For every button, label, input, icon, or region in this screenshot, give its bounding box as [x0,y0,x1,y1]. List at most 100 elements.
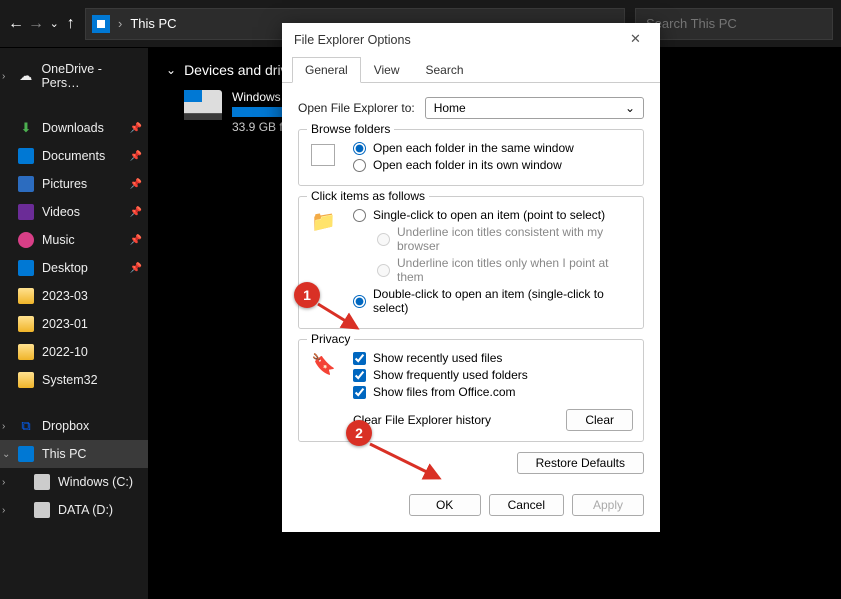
sidebar-item-label: DATA (D:) [58,503,113,517]
sidebar-item-label: 2023-03 [42,289,88,303]
chevron-down-icon: ⌄ [625,101,635,115]
forward-button[interactable]: → [28,8,44,40]
sidebar-item-folder-1[interactable]: 2023-03 [0,282,148,310]
click-items-fieldset: Click items as follows Single-click to o… [298,196,644,329]
checkbox-office-files[interactable] [353,386,366,399]
sidebar-item-windows-c[interactable]: › Windows (C:) [0,468,148,496]
radio-label: Underline icon titles consistent with my… [397,225,633,253]
radio-underline-point [377,264,390,277]
address-sep: › [118,16,122,31]
sidebar-item-label: Documents [42,149,105,163]
back-button[interactable]: ← [8,8,24,40]
radio-label: Open each folder in its own window [373,158,562,172]
sidebar-item-videos[interactable]: Videos 📌 [0,198,148,226]
radio-label: Underline icon titles only when I point … [397,256,633,284]
drive-icon [34,474,50,490]
sidebar-item-desktop[interactable]: Desktop 📌 [0,254,148,282]
cancel-button[interactable]: Cancel [489,494,564,516]
radio-label: Double-click to open an item (single-cli… [373,287,633,315]
dialog-tabs: General View Search [282,57,660,83]
tab-general[interactable]: General [292,57,361,83]
radio-label: Open each folder in the same window [373,141,574,155]
pin-icon: 📌 [130,123,142,134]
folder-icon [18,288,34,304]
dialog-titlebar: File Explorer Options ✕ [282,23,660,57]
sidebar-item-documents[interactable]: Documents📌 [0,142,148,170]
checkbox-recent-files[interactable] [353,352,366,365]
up-button[interactable]: ↑ [65,8,78,40]
sidebar-item-label: Desktop [42,261,88,275]
radio-same-window[interactable] [353,142,366,155]
sidebar-item-label: 2022-10 [42,345,88,359]
sidebar-item-onedrive[interactable]: › ☁ OneDrive - Pers… [0,56,148,96]
radio-label: Single-click to open an item (point to s… [373,208,605,222]
click-fieldset-icon [311,211,335,233]
sidebar-item-dropbox[interactable]: › ⧉ Dropbox [0,412,148,440]
sidebar-item-label: Downloads [42,121,104,135]
chevron-right-icon: › [2,421,5,432]
desktop-icon [18,260,34,276]
checkbox-label: Show files from Office.com [373,385,516,399]
clear-history-label: Clear File Explorer history [353,413,491,427]
folder-icon [18,316,34,332]
tab-search[interactable]: Search [413,57,477,83]
cloud-icon: ☁ [18,68,33,84]
chevron-down-icon: ⌄ [2,449,10,460]
drive-icon [184,90,222,120]
open-to-select[interactable]: Home ⌄ [425,97,644,119]
dropbox-icon: ⧉ [18,418,34,434]
recent-dropdown[interactable]: ⌄ [48,8,61,40]
sidebar-item-downloads[interactable]: ⬇ Downloads 📌 [0,114,148,142]
dialog-title: File Explorer Options [294,33,411,47]
privacy-fieldset-icon [311,354,335,376]
sidebar-item-data-d[interactable]: ›DATA (D:) [0,496,148,524]
sidebar-item-this-pc[interactable]: ⌄ This PC [0,440,148,468]
restore-defaults-button[interactable]: Restore Defaults [517,452,644,474]
this-pc-icon [18,446,34,462]
sidebar-item-label: This PC [42,447,86,461]
sidebar-item-label: OneDrive - Pers… [41,62,140,90]
clear-button[interactable]: Clear [566,409,633,431]
sidebar-item-label: Pictures [42,177,87,191]
annotation-marker-2: 2 [346,420,372,446]
sidebar-item-label: Windows (C:) [58,475,133,489]
videos-icon [18,204,34,220]
dialog-buttons: OK Cancel Apply [282,484,660,532]
sidebar-item-folder-3[interactable]: 2022-10 [0,338,148,366]
sidebar-item-label: 2023-01 [42,317,88,331]
search-input[interactable] [635,8,833,40]
sidebar-item-music[interactable]: Music📌 [0,226,148,254]
file-explorer-options-dialog: File Explorer Options ✕ General View Sea… [282,23,660,532]
apply-button[interactable]: Apply [572,494,644,516]
pin-icon: 📌 [130,207,142,218]
tab-view[interactable]: View [361,57,413,83]
section-heading: Devices and driv [184,62,288,78]
pin-icon: 📌 [130,179,142,190]
sidebar-item-label: Videos [42,205,80,219]
chevron-right-icon: › [2,71,5,82]
privacy-legend: Privacy [307,332,354,346]
sidebar: › ☁ OneDrive - Pers… ⬇ Downloads 📌 Documents… [0,48,148,599]
pin-icon: 📌 [130,263,142,274]
close-button[interactable]: ✕ [630,31,648,49]
ok-button[interactable]: OK [409,494,481,516]
sidebar-item-pictures[interactable]: Pictures 📌 [0,170,148,198]
sidebar-item-label: System32 [42,373,98,387]
sidebar-item-folder-4[interactable]: System32 [0,366,148,394]
download-icon: ⬇ [18,120,34,136]
open-to-value: Home [434,101,466,115]
browse-legend: Browse folders [307,122,394,136]
radio-own-window[interactable] [353,159,366,172]
sidebar-item-folder-2[interactable]: 2023-01 [0,310,148,338]
address-label: This PC [130,16,176,31]
open-to-label: Open File Explorer to: [298,101,415,115]
sidebar-item-label: Music [42,233,75,247]
radio-double-click[interactable] [353,295,366,308]
checkbox-label: Show frequently used folders [373,368,528,382]
browse-folders-fieldset: Browse folders Open each folder in the s… [298,129,644,186]
checkbox-frequent-folders[interactable] [353,369,366,382]
checkbox-label: Show recently used files [373,351,502,365]
chevron-right-icon: › [2,477,5,488]
radio-single-click[interactable] [353,209,366,222]
sidebar-item-label: Dropbox [42,419,89,433]
